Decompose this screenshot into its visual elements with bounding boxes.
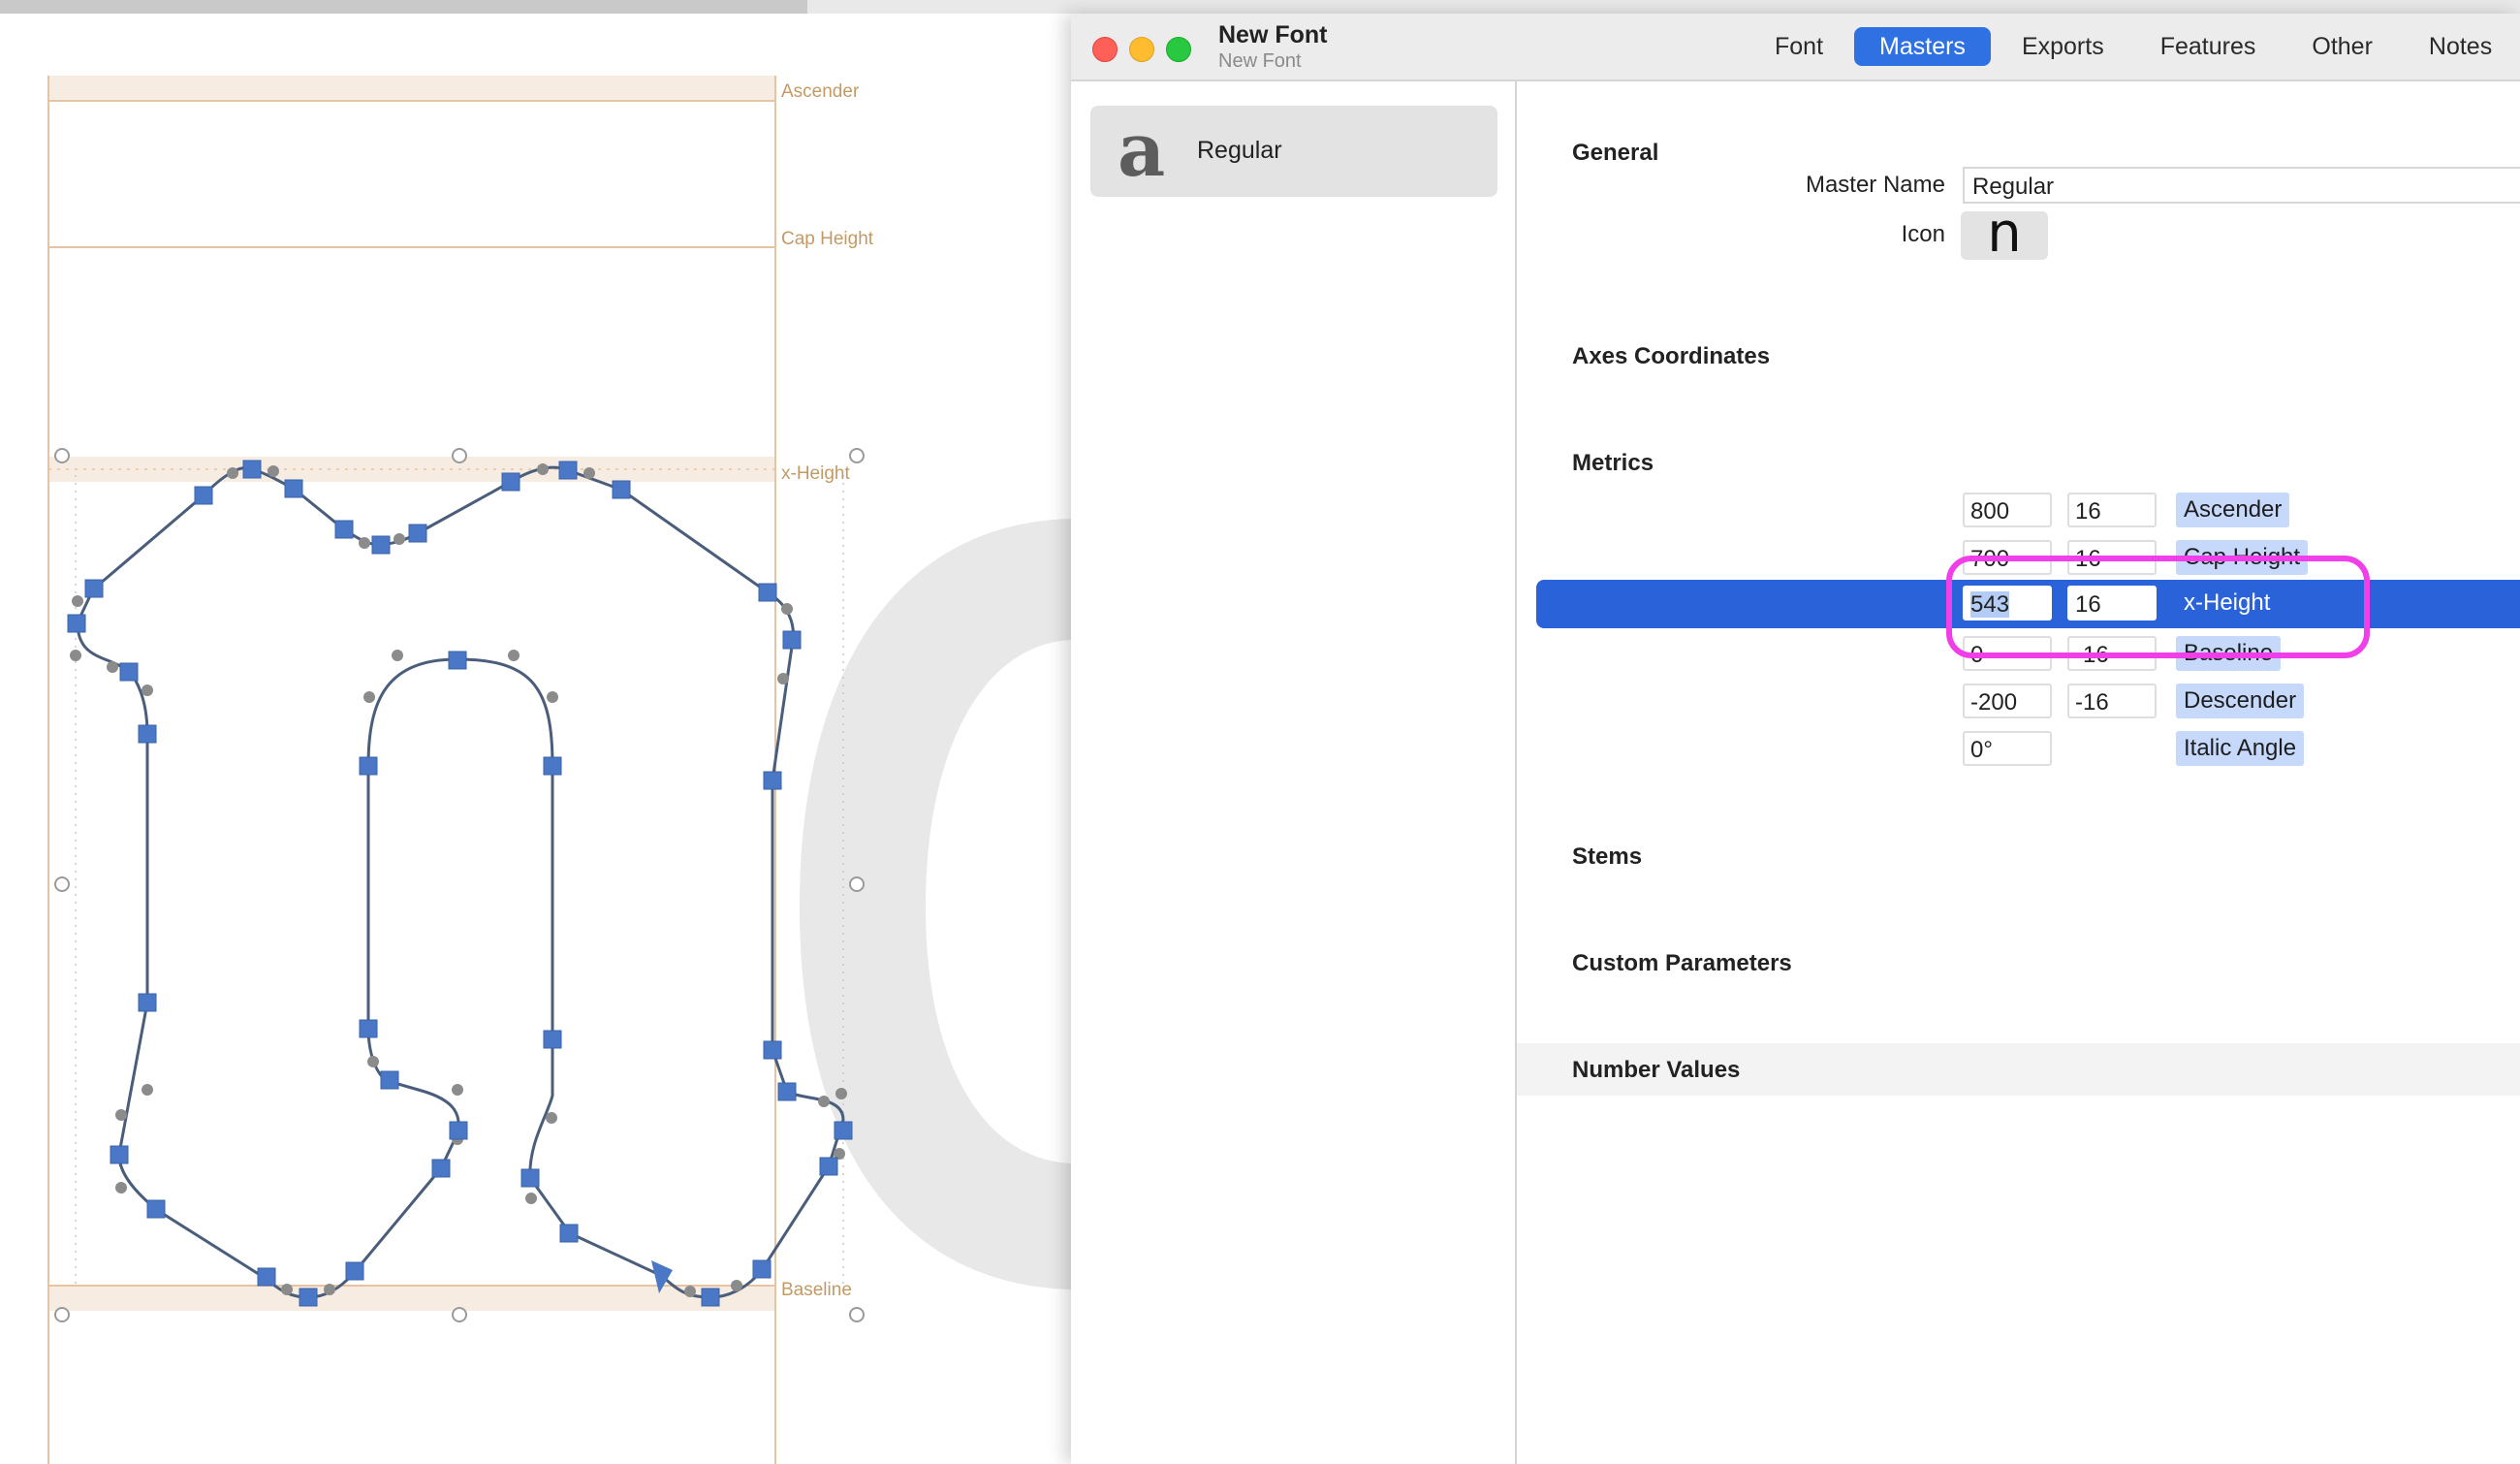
window-subtitle: New Font bbox=[1218, 50, 1302, 72]
window-titlebar[interactable]: New Font New Font Font Masters Exports F… bbox=[1071, 14, 2520, 81]
ghost-o-outer bbox=[800, 519, 1071, 1289]
master-list-item[interactable]: a Regular bbox=[1090, 106, 1497, 197]
x-height-zone bbox=[48, 457, 775, 482]
annotation-highlight-box bbox=[1946, 556, 2370, 658]
number-values-header: Number Values bbox=[1517, 1043, 2520, 1096]
close-window-button[interactable] bbox=[1092, 37, 1118, 62]
icon-label: Icon bbox=[1901, 221, 1945, 247]
horizontal-scrollbar[interactable] bbox=[0, 0, 807, 14]
font-info-window: New Font New Font Font Masters Exports F… bbox=[1071, 14, 2520, 1464]
metric-name-tag[interactable]: Italic Angle bbox=[2176, 731, 2305, 766]
ascender-label: Ascender bbox=[781, 81, 860, 102]
metric-value-field[interactable]: 800 bbox=[1963, 493, 2052, 527]
masters-sidebar: a Regular bbox=[1071, 81, 1517, 1464]
cap-height-label: Cap Height bbox=[781, 229, 874, 249]
master-name-field[interactable]: Regular bbox=[1963, 167, 2520, 204]
metric-overshoot-field[interactable]: 16 bbox=[2067, 493, 2157, 527]
metric-overshoot-field[interactable]: -16 bbox=[2067, 684, 2157, 718]
tab-font[interactable]: Font bbox=[1749, 27, 1848, 66]
baseline-zone bbox=[48, 1286, 775, 1311]
custom-parameters-section-title: Custom Parameters bbox=[1572, 950, 1792, 976]
tab-notes[interactable]: Notes bbox=[2404, 27, 2517, 66]
glyph-canvas-svg bbox=[47, 76, 1071, 1464]
window-title: New Font bbox=[1218, 21, 1328, 48]
baseline-label: Baseline bbox=[781, 1280, 852, 1300]
tab-other[interactable]: Other bbox=[2286, 27, 2398, 66]
master-glyph-icon: a bbox=[1118, 107, 1166, 193]
bbox-handles bbox=[54, 448, 865, 1322]
master-name-label: Master Name bbox=[1805, 172, 1945, 198]
on-curve-nodes bbox=[67, 460, 853, 1307]
metric-name-tag[interactable]: Descender bbox=[2176, 684, 2305, 718]
metric-row-descender[interactable]: -200 -16 Descender bbox=[1517, 678, 2520, 726]
bezier-handles bbox=[70, 463, 847, 1297]
metric-value-field[interactable]: -200 bbox=[1963, 684, 2052, 718]
master-list-item-label: Regular bbox=[1197, 137, 1282, 164]
glyph-edit-canvas[interactable]: Ascender Cap Height x-Height Baseline bbox=[0, 14, 1071, 1464]
zoom-window-button[interactable] bbox=[1166, 37, 1191, 62]
metric-row-ascender[interactable]: 800 16 Ascender bbox=[1517, 487, 2520, 535]
minimize-window-button[interactable] bbox=[1129, 37, 1154, 62]
glyph-outline-outer bbox=[76, 465, 845, 1299]
metric-row-italic-angle[interactable]: 0° Italic Angle bbox=[1517, 725, 2520, 774]
ascender-zone bbox=[48, 76, 775, 101]
number-values-section-title: Number Values bbox=[1572, 1057, 1741, 1083]
stems-section-title: Stems bbox=[1572, 843, 1643, 870]
tab-features[interactable]: Features bbox=[2135, 27, 2282, 66]
x-height-label: x-Height bbox=[781, 463, 850, 484]
axes-section-title: Axes Coordinates bbox=[1572, 343, 1771, 369]
font-info-tabs: Font Masters Exports Features Other Note… bbox=[1749, 27, 2517, 66]
metric-value-field[interactable]: 0° bbox=[1963, 731, 2052, 766]
tab-exports[interactable]: Exports bbox=[1997, 27, 2129, 66]
general-section-title: General bbox=[1572, 140, 1659, 166]
master-icon-well[interactable]: n bbox=[1961, 207, 2048, 261]
metrics-section-title: Metrics bbox=[1572, 450, 1654, 476]
metric-name-tag[interactable]: Ascender bbox=[2176, 493, 2290, 527]
tab-masters[interactable]: Masters bbox=[1854, 27, 1991, 66]
master-settings-panel: General Master Name Regular Icon n Axes … bbox=[1517, 81, 2520, 1464]
